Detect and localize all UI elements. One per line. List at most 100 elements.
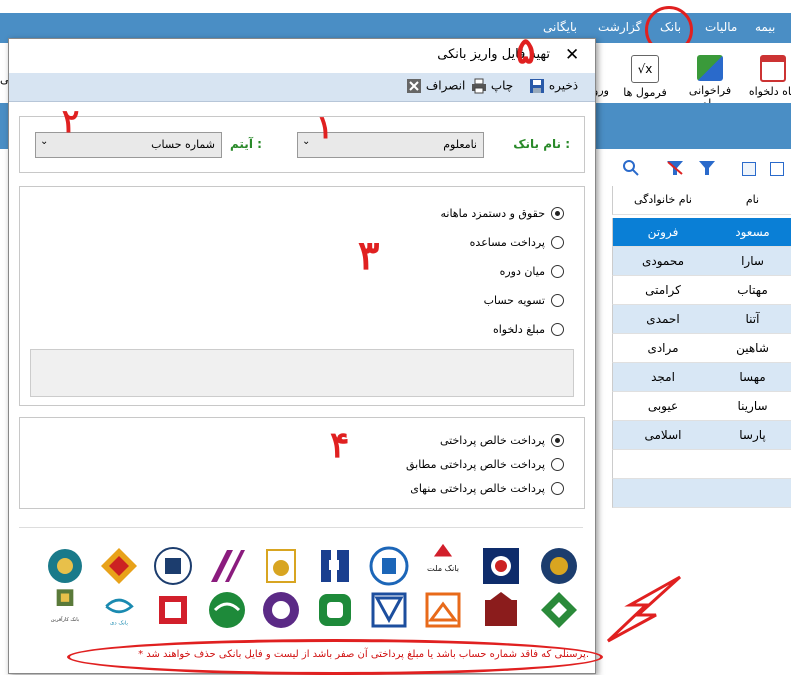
- radio[interactable]: [551, 235, 564, 249]
- radio[interactable]: [551, 457, 564, 471]
- pasargad-bank-logo[interactable]: [261, 546, 301, 586]
- annotation-1: ١: [316, 108, 334, 146]
- ribbon-recall-month-button[interactable]: فراخوانی ماه: [682, 55, 738, 110]
- square-icon[interactable]: [742, 162, 756, 176]
- bank-selection-group: نام بانک : نامعلوم ⌄ آیتم : شماره حساب ⌄: [19, 116, 585, 173]
- table-row-3-last[interactable]: احمدی: [612, 305, 713, 334]
- eghtesad-novin-bank-logo[interactable]: [369, 590, 409, 630]
- table-row-4-first[interactable]: شاهین: [712, 334, 791, 363]
- custom-amount-panel[interactable]: [30, 349, 574, 397]
- payment-option-4[interactable]: مبلغ دلخواه: [493, 321, 564, 337]
- table-row-7-first[interactable]: پارسا: [712, 421, 791, 450]
- formula-icon: √x: [631, 55, 659, 83]
- clear-filter-icon[interactable]: [666, 160, 684, 176]
- footnote-text: * پرسنلی که فاقد شماره حساب باشد یا مبلغ…: [138, 649, 589, 660]
- refah-bank-logo[interactable]: [153, 546, 193, 586]
- table-row-empty[interactable]: [612, 479, 713, 508]
- lightning-arrow-annotation: [606, 575, 682, 643]
- item-select-value: شماره حساب: [151, 138, 215, 151]
- cancel-icon: [407, 79, 421, 93]
- print-button[interactable]: چاپ: [471, 78, 513, 96]
- payment-type-group: حقوق و دستمزد ماهانه پرداخت مساعده میان …: [19, 186, 585, 406]
- menu-archive[interactable]: بایگانی: [543, 20, 577, 34]
- table-row-1-first[interactable]: سارا: [712, 247, 791, 276]
- table-row-5-first[interactable]: مهسا: [712, 363, 791, 392]
- table-row-2-last[interactable]: کرامتی: [612, 276, 713, 305]
- table-row-4-last[interactable]: مرادی: [612, 334, 713, 363]
- table-row-6-last[interactable]: عیوبی: [612, 392, 713, 421]
- chevron-down-icon: ⌄: [40, 136, 49, 147]
- annotation-4: ۴: [330, 424, 350, 466]
- table-row-5-last[interactable]: امجد: [612, 363, 713, 392]
- payment-option-2[interactable]: میان دوره: [500, 263, 564, 279]
- ayandeh-bank-logo[interactable]: [423, 590, 463, 630]
- mellat-bank-logo[interactable]: بانک ملت: [423, 542, 463, 582]
- shahr-bank-logo[interactable]: [153, 590, 193, 630]
- melli-bank-logo[interactable]: [369, 546, 409, 586]
- ribbon-formulas-button[interactable]: √x فرمول ها: [620, 55, 670, 105]
- sina-bank-logo[interactable]: [99, 546, 139, 586]
- mehr-bank-logo[interactable]: [315, 590, 355, 630]
- radio-selected[interactable]: [551, 206, 564, 220]
- table-row-2-first[interactable]: مهتاب: [712, 276, 791, 305]
- payment-option-1[interactable]: پرداخت مساعده: [470, 234, 564, 250]
- karafarin-bank-logo[interactable]: بانک کارآفرین: [45, 586, 85, 626]
- table-row-7-last[interactable]: اسلامی: [612, 421, 713, 450]
- payment-option-label: پرداخت مساعده: [469, 235, 545, 249]
- bank-transfer-dialog: ✕ تهیه فایل واریز بانکی ذخیره چاپ انصراف…: [8, 38, 603, 675]
- menu-insurance[interactable]: بیمه: [755, 20, 775, 34]
- menu-reports[interactable]: گزارشت: [598, 20, 641, 34]
- grid-header-first-name[interactable]: نام: [712, 186, 791, 215]
- saman-bank-logo[interactable]: [261, 590, 301, 630]
- amount-option-label: پرداخت خالص پرداختی منهای: [410, 481, 545, 495]
- keshavarzi-bank-logo[interactable]: [539, 590, 579, 630]
- day-bank-logo[interactable]: بانک دی: [99, 590, 139, 630]
- menu-tax[interactable]: مالیات: [705, 20, 737, 34]
- ribbon-button-label: ماه دلخواه: [748, 85, 791, 98]
- table-row-empty[interactable]: [712, 450, 791, 479]
- amount-option-2[interactable]: پرداخت خالص پرداختی منهای: [410, 480, 564, 496]
- amount-group: پرداخت خالص پرداختی پرداخت خالص پرداختی …: [19, 417, 585, 509]
- radio[interactable]: [551, 293, 564, 307]
- close-icon[interactable]: ✕: [565, 45, 579, 65]
- table-row-0-last[interactable]: فروتن: [612, 218, 713, 247]
- save-icon: [530, 79, 544, 93]
- mellat-logo-text: بانک ملت: [427, 563, 459, 573]
- parsian-bank-logo[interactable]: [207, 546, 247, 586]
- printer-icon: [472, 78, 486, 94]
- table-row-0-first[interactable]: مسعود: [712, 218, 791, 247]
- table-row-6-first[interactable]: سارینا: [712, 392, 791, 421]
- bank-logos-panel: بانک ملت بانک دی بانک کارآفرین: [19, 527, 583, 636]
- grid-header-last-name[interactable]: نام خانوادگی: [612, 186, 713, 215]
- annotation-3: ٣: [358, 232, 380, 279]
- amount-option-0[interactable]: پرداخت خالص پرداختی: [440, 432, 564, 448]
- ansar-bank-logo[interactable]: [481, 590, 521, 630]
- payment-option-0[interactable]: حقوق و دستمزد ماهانه: [441, 205, 564, 221]
- radio-selected[interactable]: [551, 433, 564, 447]
- cancel-button[interactable]: انصراف: [406, 78, 465, 96]
- payment-option-3[interactable]: تسویه حساب: [484, 292, 564, 308]
- maskan-bank-logo[interactable]: [481, 546, 521, 586]
- radio[interactable]: [551, 322, 564, 336]
- ribbon-custom-month-button[interactable]: ماه دلخواه: [748, 55, 791, 105]
- ribbon-button-label: فرمول ها: [623, 86, 667, 99]
- saderat-bank-logo[interactable]: [315, 546, 355, 586]
- checkbox-icon[interactable]: [770, 162, 784, 176]
- calendar-icon: [760, 55, 786, 82]
- filter-icon[interactable]: [698, 160, 716, 176]
- radio[interactable]: [551, 264, 564, 278]
- radio[interactable]: [551, 481, 564, 495]
- save-button[interactable]: ذخیره: [529, 78, 578, 96]
- tejarat-bank-logo[interactable]: [45, 546, 85, 586]
- sepah-bank-logo[interactable]: [539, 546, 579, 586]
- post-bank-logo[interactable]: [207, 590, 247, 630]
- table-row-3-first[interactable]: آتنا: [712, 305, 791, 334]
- table-row-empty[interactable]: [612, 450, 713, 479]
- table-row-empty[interactable]: [712, 479, 791, 508]
- annotation-5: ۵: [516, 30, 536, 72]
- bank-select-value: نامعلوم: [443, 138, 477, 151]
- amount-option-1[interactable]: پرداخت خالص پرداختی مطابق: [406, 456, 564, 472]
- table-row-1-last[interactable]: محمودی: [612, 247, 713, 276]
- amount-option-label: پرداخت خالص پرداختی مطابق: [405, 457, 545, 471]
- search-icon[interactable]: [622, 159, 640, 177]
